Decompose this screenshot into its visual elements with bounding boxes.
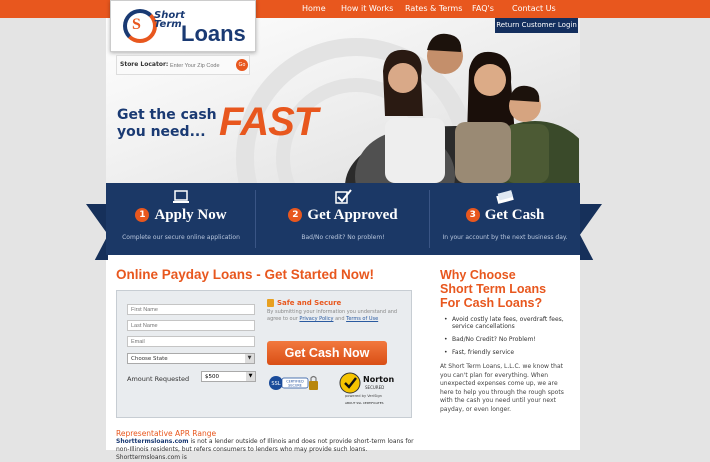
zip-code-input[interactable] bbox=[170, 60, 234, 71]
get-cash-now-button[interactable]: Get Cash Now bbox=[267, 341, 387, 365]
apr-text: Shorttermsloans.com is not a lender outs… bbox=[116, 438, 414, 461]
family-photo bbox=[345, 33, 579, 183]
step-apply-now: 1 Apply Now Complete our secure online ap… bbox=[106, 183, 256, 255]
return-customer-login-button[interactable]: Return Customer Login bbox=[495, 18, 578, 33]
why-choose-heading: Why Choose Short Term Loans For Cash Loa… bbox=[440, 268, 547, 310]
safe-secure-notice: Safe and Secure By submitting your infor… bbox=[267, 299, 398, 322]
logo-mark-icon: S bbox=[123, 9, 157, 43]
application-form: Choose State▼ Amount Requested $500▼ Saf… bbox=[116, 290, 412, 418]
privacy-policy-link[interactable]: Privacy Policy bbox=[299, 316, 333, 322]
nav-faqs[interactable]: FAQ's bbox=[472, 0, 494, 18]
hero-headline: Get the cash you need... bbox=[117, 107, 217, 140]
store-locator-label: Store Locator: bbox=[120, 61, 169, 68]
last-name-input[interactable] bbox=[127, 320, 255, 331]
state-select[interactable]: Choose State ▼ bbox=[127, 353, 255, 364]
list-item: Avoid costly late fees, overdraft fees, … bbox=[444, 316, 574, 330]
svg-text:SECURED: SECURED bbox=[365, 385, 384, 390]
chevron-down-icon: ▼ bbox=[246, 372, 255, 381]
form-heading: Online Payday Loans - Get Started Now! bbox=[116, 267, 375, 282]
site-logo[interactable]: S Short Term Loans bbox=[110, 0, 256, 52]
benefits-list: Avoid costly late fees, overdraft fees, … bbox=[444, 316, 574, 362]
email-input[interactable] bbox=[127, 336, 255, 347]
list-item: Fast, friendly service bbox=[444, 349, 574, 356]
chevron-down-icon: ▼ bbox=[245, 354, 254, 363]
list-item: Bad/No Credit? No Problem! bbox=[444, 336, 574, 343]
ssl-certified-badge: SSL CERTIFIED SECURE bbox=[269, 375, 318, 390]
go-button[interactable]: Go bbox=[236, 59, 248, 71]
svg-text:SSL: SSL bbox=[271, 381, 280, 387]
svg-text:powered by VeriSign: powered by VeriSign bbox=[345, 394, 382, 398]
laptop-icon bbox=[173, 190, 189, 203]
why-paragraph: At Short Term Loans, L.L.C. we know that… bbox=[440, 363, 564, 413]
svg-text:ABOUT SSL CERTIFICATES: ABOUT SSL CERTIFICATES bbox=[345, 401, 384, 405]
norton-secured-badge[interactable]: Norton SECURED powered by VeriSign ABOUT… bbox=[339, 371, 401, 405]
hero-fast-text: FAST bbox=[219, 100, 318, 144]
logo-term: Term bbox=[154, 19, 182, 30]
nav-rates-terms[interactable]: Rates & Terms bbox=[405, 0, 462, 18]
terms-of-use-link[interactable]: Terms of Use bbox=[346, 316, 378, 322]
step-get-approved: 2 Get Approved Bad/No credit? No problem! bbox=[256, 183, 430, 255]
svg-text:SECURE: SECURE bbox=[288, 384, 302, 388]
ribbon-left-fold bbox=[86, 204, 108, 260]
store-locator: Store Locator: Go bbox=[116, 55, 250, 75]
lock-icon bbox=[267, 299, 274, 307]
checkbox-icon bbox=[335, 189, 352, 204]
svg-text:Norton: Norton bbox=[363, 375, 394, 384]
logo-word: Loans bbox=[181, 21, 246, 46]
step-get-cash: 3 Get Cash In your account by the next bu… bbox=[430, 183, 580, 255]
apr-heading: Representative APR Range bbox=[116, 429, 217, 438]
nav-home[interactable]: Home bbox=[302, 0, 326, 18]
amount-label: Amount Requested bbox=[127, 375, 190, 383]
ribbon-right-fold bbox=[580, 204, 602, 260]
amount-select[interactable]: $500 ▼ bbox=[201, 371, 256, 382]
cash-icon bbox=[496, 190, 514, 204]
nav-contact-us[interactable]: Contact Us bbox=[512, 0, 556, 18]
first-name-input[interactable] bbox=[127, 304, 255, 315]
nav-how-it-works[interactable]: How it Works bbox=[341, 0, 393, 18]
